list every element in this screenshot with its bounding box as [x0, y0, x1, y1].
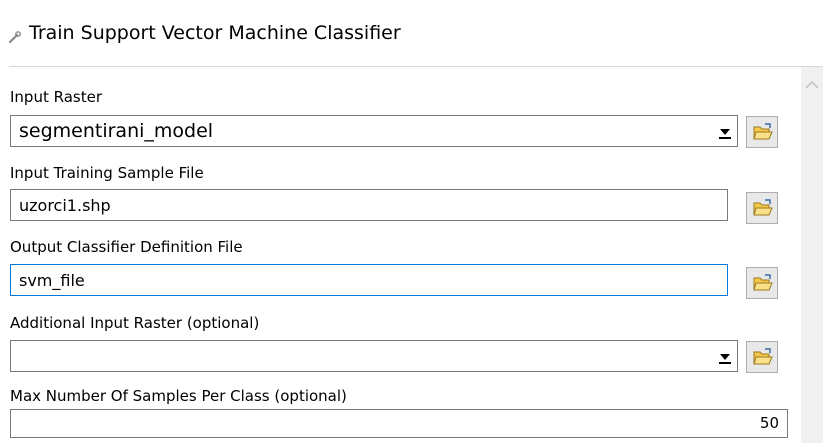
input-raster-browse-button[interactable]: [746, 116, 778, 148]
training-sample-field[interactable]: uzorci1.shp: [10, 189, 728, 221]
classifier-output-label: Output Classifier Definition File: [10, 238, 243, 256]
classifier-output-field[interactable]: svm_file: [10, 264, 728, 296]
open-folder-icon: [753, 123, 773, 140]
input-raster-label: Input Raster: [10, 88, 102, 106]
max-samples-field[interactable]: 50: [10, 409, 788, 438]
input-raster-dropdown[interactable]: segmentirani_model: [10, 115, 738, 147]
training-sample-value: uzorci1.shp: [19, 196, 111, 215]
vertical-scrollbar[interactable]: [801, 67, 823, 443]
max-samples-value: 50: [759, 414, 779, 432]
input-raster-value: segmentirani_model: [19, 120, 214, 142]
chevron-down-icon[interactable]: [718, 126, 732, 140]
open-folder-icon: [753, 348, 773, 365]
chevron-up-icon[interactable]: [805, 80, 819, 90]
training-sample-label: Input Training Sample File: [10, 164, 204, 182]
classifier-output-browse-button[interactable]: [746, 267, 778, 299]
open-folder-icon: [753, 199, 773, 216]
additional-raster-label: Additional Input Raster (optional): [10, 314, 260, 332]
dialog-title: Train Support Vector Machine Classifier: [29, 22, 401, 44]
additional-raster-dropdown[interactable]: [10, 340, 738, 372]
training-sample-browse-button[interactable]: [746, 192, 778, 224]
additional-raster-browse-button[interactable]: [746, 341, 778, 373]
dialog-title-bar: Train Support Vector Machine Classifier: [0, 0, 823, 66]
chevron-down-icon[interactable]: [718, 351, 732, 365]
classifier-output-value: svm_file: [19, 271, 85, 290]
max-samples-label: Max Number Of Samples Per Class (optiona…: [10, 387, 347, 405]
open-folder-icon: [753, 274, 773, 291]
wrench-tool-icon: [8, 31, 21, 44]
